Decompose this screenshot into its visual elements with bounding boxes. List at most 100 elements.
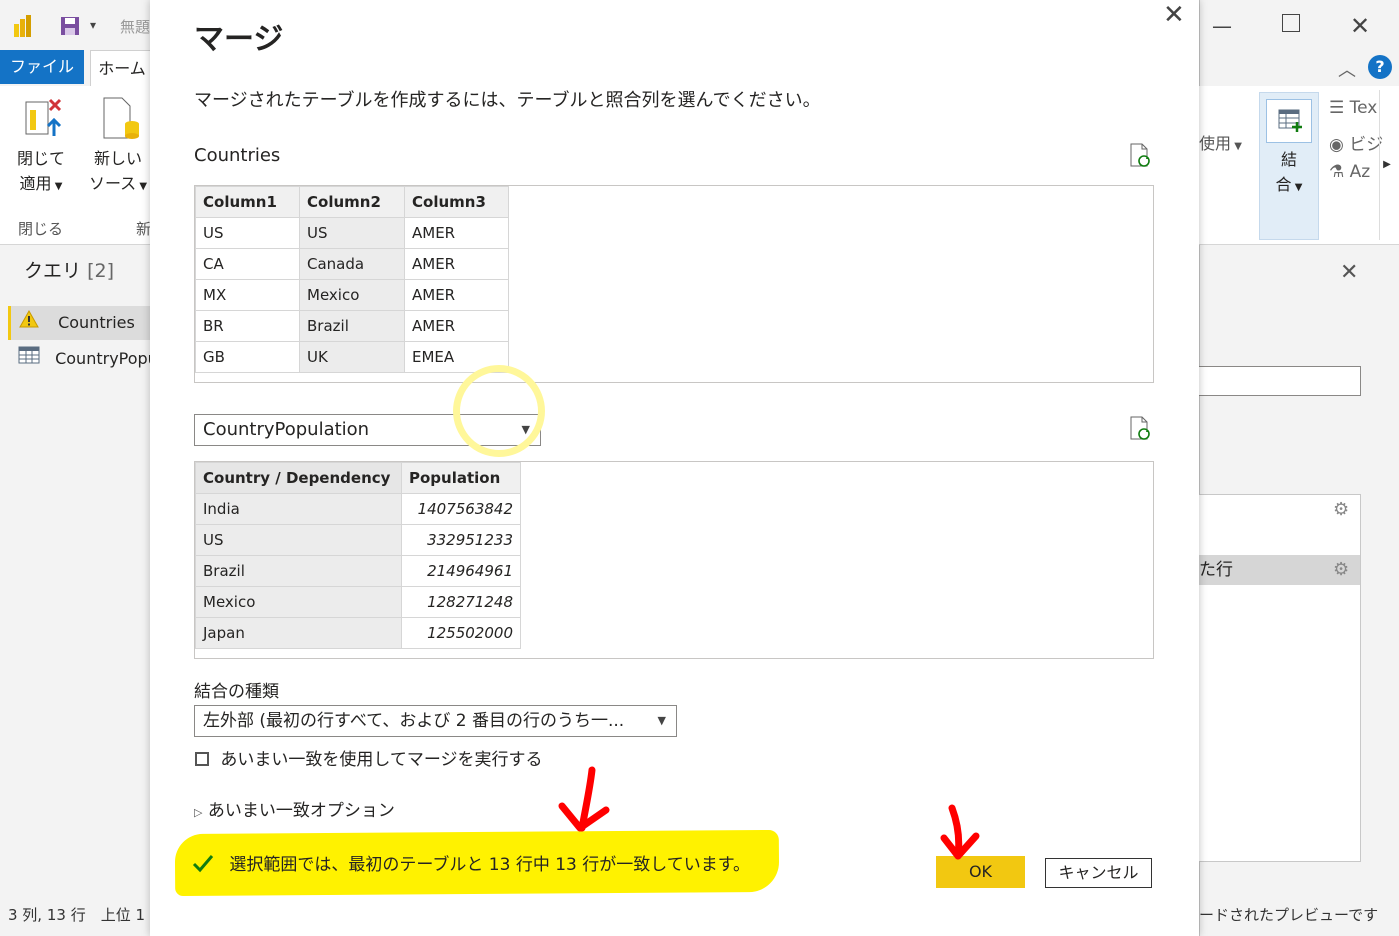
qat-dropdown-icon[interactable]: ▾	[90, 18, 96, 46]
table-row: BR Brazil AMER	[195, 310, 509, 342]
maximize-button[interactable]	[1282, 14, 1300, 32]
table-row: US 332951233	[195, 524, 521, 556]
table-row: Mexico 128271248	[195, 586, 521, 618]
refresh-preview-icon[interactable]	[1128, 142, 1152, 168]
table-row: US US AMER	[195, 217, 509, 249]
cancel-button[interactable]: キャンセル	[1045, 858, 1152, 888]
table-cell: US	[195, 217, 300, 249]
tab-file[interactable]: ファイル	[0, 50, 84, 84]
ribbon-left: 閉じて 適用 ▼ 新しい ソース ▼ 閉じる 新	[0, 86, 152, 245]
combine-button[interactable]: 結 合 ▼	[1259, 92, 1319, 240]
table-cell: AMER	[404, 310, 509, 342]
dialog-title: マージ	[194, 22, 284, 57]
close-apply-label-1: 閉じて	[16, 149, 65, 168]
query-item-label: CountryPopulation	[55, 349, 150, 368]
query-item-countries[interactable]: Countries	[8, 306, 153, 340]
table-cell: 125502000	[401, 617, 521, 649]
table-cell: 332951233	[401, 524, 521, 556]
close-apply-button[interactable]: 閉じて 適用 ▼	[10, 96, 72, 206]
ribbon-scroll-right[interactable]: ▶	[1379, 90, 1394, 240]
chevron-down-icon: ▼	[51, 181, 63, 192]
table-cell: Japan	[195, 617, 402, 649]
new-source-label-1: 新しい	[93, 149, 142, 168]
azure-ml-label: Az	[1349, 162, 1371, 182]
use-label: 使用	[1199, 134, 1232, 153]
chevron-down-icon: ▼	[1291, 182, 1303, 193]
join-kind-select[interactable]: 左外部 (最初の行すべて、および 2 番目の行のうち一... ▼	[194, 705, 677, 737]
warning-icon	[19, 306, 43, 340]
window-close-button[interactable]: ✕	[1350, 12, 1370, 40]
table-cell: BR	[195, 310, 300, 342]
table-cell: GB	[195, 341, 300, 373]
eye-icon: ◉	[1329, 135, 1344, 155]
table-cell: 214964961	[401, 555, 521, 587]
vision-item[interactable]: ◉ ビジ	[1329, 130, 1383, 155]
query-name-input[interactable]	[1199, 366, 1361, 396]
applied-steps-list: ⚙ た行 ⚙	[1199, 494, 1361, 862]
table1-header-column1[interactable]: Column1	[195, 186, 300, 218]
help-icon[interactable]: ?	[1368, 55, 1392, 79]
tab-home[interactable]: ホーム	[90, 50, 154, 87]
query-item-countrypopulation[interactable]: CountryPopulation	[8, 342, 150, 376]
applied-step-item[interactable]: た行 ⚙	[1199, 555, 1360, 585]
settings-close-icon[interactable]: ✕	[1340, 260, 1358, 285]
fuzzy-match-label: あいまい一致を使用してマージを実行する	[220, 750, 543, 770]
chevron-right-icon: ▷	[194, 806, 203, 819]
table-cell: 1407563842	[401, 493, 521, 525]
table-row: Brazil 214964961	[195, 555, 521, 587]
join-kind-label: 結合の種類	[194, 682, 279, 702]
table-cell: AMER	[404, 248, 509, 280]
table1-preview: Column1 Column2 Column3 US US AMER CA Ca…	[194, 185, 1154, 383]
table1-header-column2[interactable]: Column2	[299, 186, 405, 218]
table-cell: Mexico	[195, 586, 402, 618]
table-cell: Canada	[299, 248, 405, 280]
status-bar-left: 3 列, 13 行 上位 1	[8, 906, 146, 924]
fuzzy-options-expander[interactable]: ▷ あいまい一致オプション	[194, 796, 395, 821]
group-label-new: 新	[136, 220, 152, 238]
table1-grid: Column1 Column2 Column3 US US AMER CA Ca…	[195, 186, 509, 373]
combine-icon	[1266, 99, 1312, 143]
dialog-close-button[interactable]: ✕	[1163, 0, 1185, 30]
collapse-ribbon-icon[interactable]: ︿	[1338, 56, 1356, 82]
table-row: MX Mexico AMER	[195, 279, 509, 311]
minimize-button[interactable]: —	[1212, 14, 1232, 38]
chevron-down-icon: ▼	[657, 714, 666, 727]
gear-icon[interactable]: ⚙	[1333, 499, 1349, 520]
applied-step-label: た行	[1199, 560, 1233, 580]
new-source-label-2: ソース	[88, 174, 137, 193]
combine-label-2: 合	[1275, 175, 1292, 194]
table2-header-country[interactable]: Country / Dependency	[195, 462, 402, 494]
join-kind-value: 左外部 (最初の行すべて、および 2 番目の行のうち一...	[203, 711, 625, 731]
refresh-preview-icon[interactable]	[1128, 415, 1152, 441]
azure-ml-item[interactable]: ⚗ Az	[1329, 162, 1370, 182]
fuzzy-match-option[interactable]: あいまい一致を使用してマージを実行する	[195, 745, 543, 770]
table-cell: India	[195, 493, 402, 525]
table-cell: AMER	[404, 217, 509, 249]
lines-icon: ☰	[1329, 98, 1345, 118]
red-arrow-annotation-icon	[940, 804, 984, 862]
text-analytics-label: Tex	[1349, 98, 1378, 118]
table-cell: Mexico	[299, 279, 405, 311]
table-row: GB UK EMEA	[195, 341, 509, 373]
close-apply-label-2: 適用	[19, 174, 52, 193]
table-cell: CA	[195, 248, 300, 280]
table2-header-population[interactable]: Population	[401, 462, 521, 494]
checkmark-icon	[192, 853, 216, 878]
merge-dialog: マージ ✕ マージされたテーブルを作成するには、テーブルと照合列を選んでください…	[150, 0, 1199, 936]
match-message: 選択範囲では、最初のテーブルと 13 行中 13 行が一致しています。	[229, 855, 751, 875]
group-label-close: 閉じる	[18, 220, 64, 238]
table-row: India 1407563842	[195, 493, 521, 525]
table-cell: US	[299, 217, 405, 249]
fuzzy-match-checkbox[interactable]	[195, 752, 209, 766]
gear-icon[interactable]: ⚙	[1333, 555, 1349, 585]
text-analytics-item[interactable]: ☰ Tex	[1329, 98, 1377, 118]
dialog-description: マージされたテーブルを作成するには、テーブルと照合列を選んでください。	[194, 90, 821, 111]
table-row: Japan 125502000	[195, 617, 521, 649]
table-cell: UK	[299, 341, 405, 373]
table-icon	[18, 342, 42, 376]
save-icon[interactable]	[60, 16, 80, 36]
chevron-down-icon: ▼	[136, 181, 148, 192]
table1-header-column3[interactable]: Column3	[404, 186, 509, 218]
table-cell: US	[195, 524, 402, 556]
new-source-button[interactable]: 新しい ソース ▼	[86, 96, 150, 206]
